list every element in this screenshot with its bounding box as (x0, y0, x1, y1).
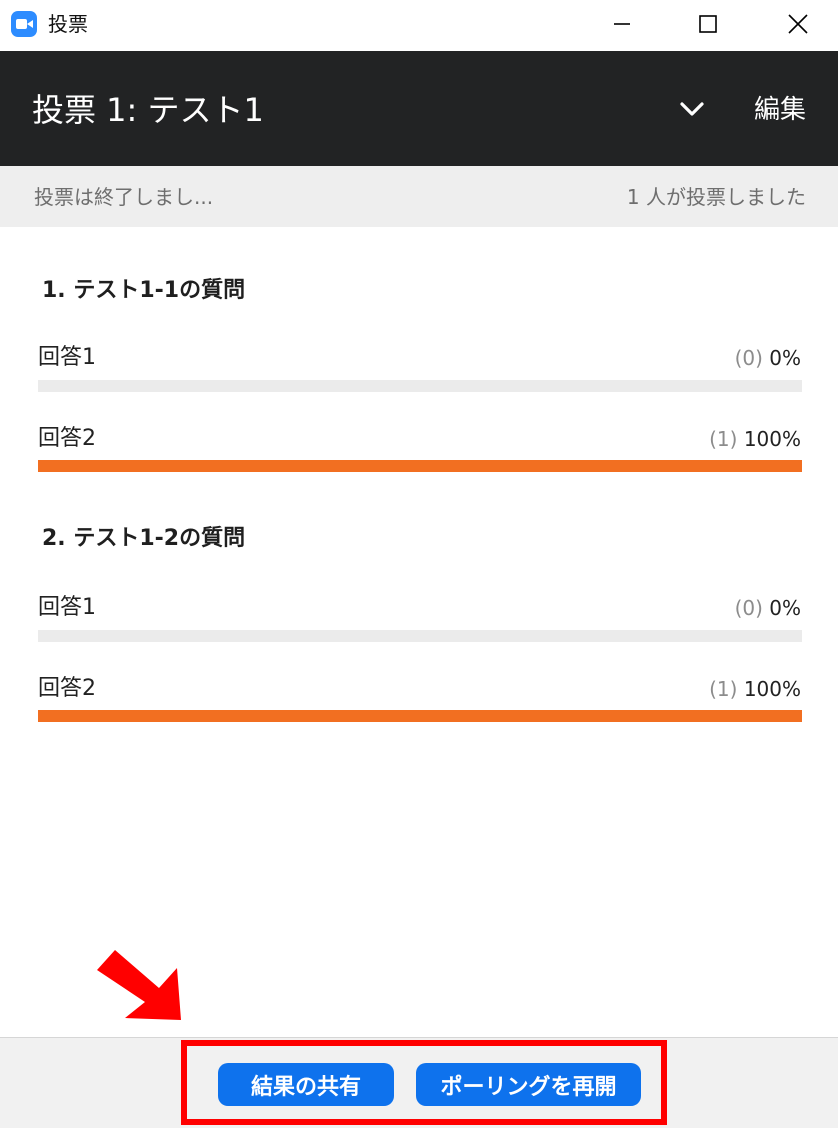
answer-count: (0) (734, 346, 763, 370)
answer-bar (38, 630, 802, 642)
window-title: 投票 (48, 12, 88, 36)
answer-count: (0) (734, 596, 763, 620)
answer-count: (1) (709, 427, 738, 451)
answer-result: (0) 0% (735, 593, 801, 623)
answer-percent: 0% (769, 596, 801, 620)
maximize-icon (699, 15, 717, 33)
answer-result: (0) 0% (735, 343, 801, 373)
answer-label: 回答2 (38, 676, 96, 701)
edit-button[interactable]: 編集 (754, 90, 806, 130)
answer-percent: 100% (743, 677, 801, 701)
question-title: 1. テスト1-1の質問 (42, 278, 246, 303)
window-titlebar: 投票 (0, 0, 838, 50)
chevron-down-icon (680, 102, 704, 116)
poll-title: 投票 1: テスト1 (32, 91, 264, 129)
answer-count: (1) (709, 677, 738, 701)
close-icon (788, 14, 808, 34)
close-window-button[interactable] (768, 0, 828, 48)
poll-status: 投票は終了しまし... (34, 185, 214, 209)
answer-bar-fill (38, 710, 802, 722)
answer-percent: 100% (743, 427, 801, 451)
vote-count: 1 人が投票しました (626, 185, 806, 209)
highlight-box (181, 1040, 667, 1125)
minimize-button[interactable] (592, 0, 652, 48)
minimize-icon (614, 23, 630, 25)
answer-percent: 0% (769, 346, 801, 370)
poll-dropdown-button[interactable] (674, 94, 710, 124)
answer-bar (38, 380, 802, 392)
answer-result: (1) 100% (709, 424, 801, 454)
answer-result: (1) 100% (709, 674, 801, 704)
question-title: 2. テスト1-2の質問 (42, 526, 246, 551)
answer-label: 回答2 (38, 426, 96, 451)
zoom-camera-icon (11, 11, 37, 37)
maximize-button[interactable] (678, 0, 738, 48)
answer-bar (38, 710, 802, 722)
answer-bar (38, 460, 802, 472)
answer-label: 回答1 (38, 595, 96, 620)
red-arrow-icon (97, 950, 181, 1020)
answer-label: 回答1 (38, 345, 96, 370)
answer-bar-fill (38, 460, 802, 472)
